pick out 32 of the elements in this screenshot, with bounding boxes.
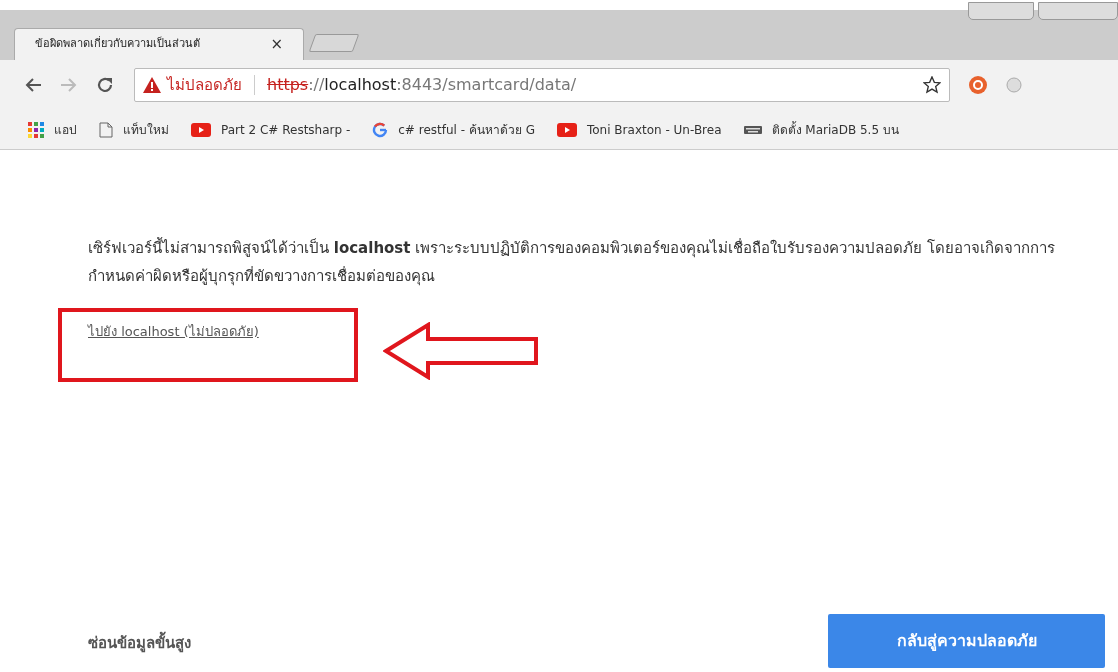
new-tab-button[interactable] xyxy=(308,34,360,52)
address-bar[interactable]: ไม่ปลอดภัย https://localhost:8443/smartcard/data/ xyxy=(134,68,950,102)
page-icon xyxy=(99,121,113,138)
play-icon xyxy=(191,122,211,137)
back-to-safety-button[interactable]: กลับสู่ความปลอดภัย xyxy=(828,614,1105,668)
reload-icon[interactable] xyxy=(96,76,114,94)
apps-grid-icon xyxy=(28,121,44,138)
forward-arrow-icon[interactable] xyxy=(60,77,78,93)
window-controls[interactable] xyxy=(1038,2,1118,20)
bookmark-item[interactable]: Part 2 C# Restsharp - xyxy=(191,120,351,139)
profile-button[interactable] xyxy=(968,2,1034,20)
warning-message: เซิร์ฟเวอร์นี้ไม่สามารถพิสูจน์ได้ว่าเป็น localhost เพราะระบบปฏิบัติการของคอมพิวเตอร์ของคุณไม่เชื่อถือใบรับรองความปลอดภัย โดยอาจเกิดจากการกำหนดค่าผิดหรือผู้บุกรุกที่ขัดขวางการเชื่อมต่อของคุณ xyxy=(88,236,1056,288)
proceed-link[interactable]: ไปยัง localhost (ไม่ปลอดภัย) xyxy=(88,322,259,342)
play-icon xyxy=(556,122,577,137)
hide-advanced-link[interactable]: ซ่อนข้อมูลขั้นสูง xyxy=(88,631,191,654)
bookmark-item[interactable]: c# restful - ค้นหาด้วย G xyxy=(372,120,535,139)
warning-icon xyxy=(143,77,161,93)
bookmark-item[interactable]: Toni Braxton - Un-Brea xyxy=(556,120,722,139)
tab-title: ข้อผิดพลาดเกี่ยวกับความเป็นส่วนตั xyxy=(35,36,201,53)
extension-icon[interactable] xyxy=(1006,77,1022,93)
security-label: ไม่ปลอดภัย xyxy=(167,74,242,96)
url-text: https://localhost:8443/smartcard/data/ xyxy=(267,74,577,96)
browser-tab[interactable]: ข้อผิดพลาดเกี่ยวกับความเป็นส่วนตั × xyxy=(14,28,304,60)
bookmark-item[interactable]: ติดตั้ง MariaDB 5.5 บน xyxy=(743,120,899,139)
back-arrow-icon[interactable] xyxy=(24,77,42,93)
star-icon[interactable] xyxy=(923,76,941,94)
g-logo-icon xyxy=(372,121,389,138)
bookmark-item[interactable]: แท็บใหม่ xyxy=(99,120,169,139)
close-icon[interactable]: × xyxy=(270,37,283,52)
bookmark-item[interactable]: แอป xyxy=(28,120,77,139)
extension-icon[interactable] xyxy=(968,75,988,95)
keyboard-icon xyxy=(743,125,762,134)
